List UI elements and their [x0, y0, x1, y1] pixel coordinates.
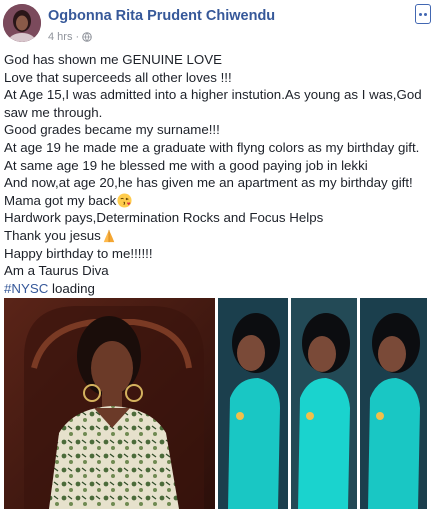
hashtag-link[interactable]: #NYSC [4, 281, 48, 296]
avatar[interactable] [3, 4, 41, 42]
post-line: Love that superceeds all other loves !!! [4, 69, 232, 85]
meta-separator: · [75, 31, 80, 43]
post-meta: 4 hrs · [48, 31, 92, 43]
photo-woman-floral-dress[interactable] [4, 298, 215, 509]
post-line: At Age 15,I was admitted into a higher i… [4, 87, 422, 120]
post-line: Hardwork pays,Determination Rocks and Fo… [4, 210, 324, 226]
post-line: Thank you jesus [4, 227, 101, 243]
post-line: Mama got my back [4, 192, 117, 208]
post-hashtag-line: #NYSC loading [4, 280, 428, 298]
facebook-post: Ogbonna Rita Prudent Chiwendu 4 hrs · Go… [0, 0, 431, 509]
more-options-icon[interactable] [415, 4, 431, 24]
author-name[interactable]: Ogbonna Rita Prudent Chiwendu [48, 8, 275, 24]
post-line: Good grades became my surname!!! [4, 122, 220, 138]
hashtag-suffix: loading [48, 280, 95, 296]
face-blowing-kiss-emoji [117, 193, 132, 208]
post-line: At same age 19 he blessed me with a good… [4, 157, 368, 173]
post-line-with-emoji: Thank you jesus [4, 227, 428, 245]
post-line-with-emoji: Mama got my back [4, 192, 428, 210]
folded-hands-emoji [103, 229, 115, 243]
post-timestamp[interactable]: 4 hrs [48, 31, 72, 43]
photo-collage-teal-dress[interactable] [218, 298, 427, 509]
post-line: Am a Taurus Diva [4, 263, 109, 279]
post-body: God has shown me GENUINE LOVE Love that … [4, 51, 428, 297]
post-line: And now,at age 20,he has given me an apa… [4, 175, 413, 191]
post-line: Happy birthday to me!!!!!! [4, 245, 153, 261]
post-line: At age 19 he made me a graduate with fly… [4, 139, 420, 155]
globe-icon[interactable] [82, 32, 92, 42]
post-line: God has shown me GENUINE LOVE [4, 52, 223, 67]
